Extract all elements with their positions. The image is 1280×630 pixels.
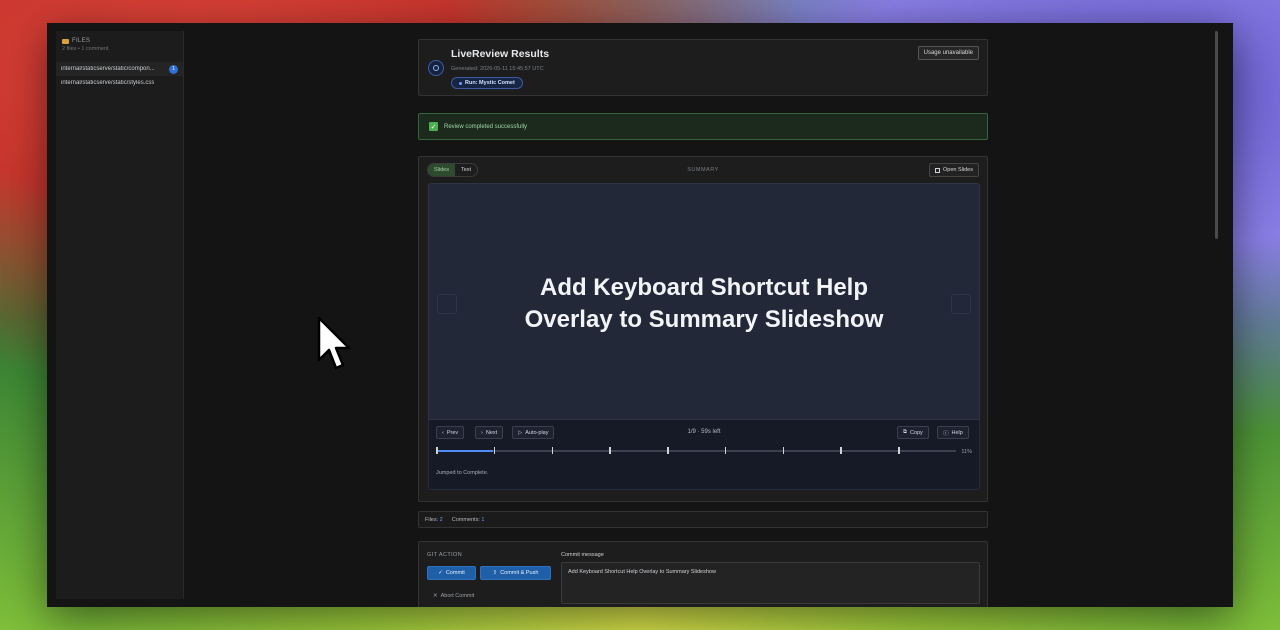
slide-tick[interactable] [667, 447, 669, 454]
copy-label: Copy [909, 429, 923, 436]
files-stat-label: Files: [425, 516, 439, 523]
comments-stat: Comments: 1 [452, 517, 485, 523]
usage-button[interactable]: Usage unavailable [917, 46, 979, 60]
slide-status: Jumped to Complete. [436, 470, 489, 476]
slide-tick[interactable] [782, 447, 784, 454]
results-header: LiveReview Results Generated: 2026-05-11… [418, 39, 988, 96]
open-window-icon [935, 167, 941, 173]
files-stat: Files: 2 [425, 517, 443, 523]
commit-message-input[interactable]: Add Keyboard Shortcut Help Overlay to Su… [561, 562, 980, 604]
open-slides-label: Open Slides [943, 167, 973, 173]
stats-bar: Files: 2 Comments: 1 [418, 511, 988, 528]
check-icon: ✓ [438, 570, 443, 576]
files-sidebar: FILES 2 files • 1 comment internal/stati… [56, 31, 184, 599]
comments-stat-value: 1 [481, 516, 485, 523]
slide-tick[interactable] [493, 447, 496, 454]
summary-heading: SUMMARY [687, 167, 719, 173]
sparkle-icon [459, 81, 462, 85]
success-banner: ✓ Review completed successfully [418, 113, 988, 140]
summary-panel: Slides Text SUMMARY Open Slides Add Keyb… [418, 156, 988, 502]
abort-commit-button[interactable]: ✕ Abort Commit [433, 593, 474, 599]
folder-icon [62, 38, 69, 44]
file-item[interactable]: internal/staticserve/static/styles.css [56, 76, 183, 90]
slide-tick[interactable] [898, 447, 900, 454]
files-stat-value: 2 [439, 516, 443, 523]
slide-tick[interactable] [551, 447, 553, 454]
commit-push-label: Commit & Push [500, 570, 539, 576]
slide-progress-bar[interactable] [436, 447, 956, 454]
files-header-label: FILES [72, 38, 91, 44]
slide-tick[interactable] [840, 447, 842, 454]
git-action-panel: GIT ACTION ✓ Commit ⇪ Commit & Push ✕ Ab… [418, 541, 988, 607]
file-name: internal/staticserve/static/compon... [61, 66, 155, 72]
commit-message-label: Commit message [561, 552, 604, 558]
slide-title-line: Add Keyboard Shortcut Help [539, 274, 869, 301]
app-window: FILES 2 files • 1 comment internal/stati… [47, 23, 1233, 607]
slide-tick[interactable] [436, 447, 438, 454]
abort-label: Abort Commit [440, 593, 475, 599]
commit-button[interactable]: ✓ Commit [427, 566, 476, 580]
files-summary: 2 files • 1 comment [62, 46, 109, 52]
scrollbar[interactable] [1215, 31, 1218, 239]
git-action-heading: GIT ACTION [427, 552, 463, 558]
commit-label: Commit [445, 570, 465, 576]
main-content: LiveReview Results Generated: 2026-05-11… [184, 23, 1224, 607]
progress-percent: 11% [961, 449, 972, 455]
run-badge: Run: Mystic Comet [451, 77, 523, 89]
help-button[interactable]: ⓘ Help [937, 426, 969, 439]
slide-controls: ‹ Prev › Next ▷ Auto-play 1/9 · 59s left… [428, 420, 980, 490]
generated-timestamp: Generated: 2026-05-11 15:45:57 UTC [451, 66, 544, 72]
files-header: FILES [56, 31, 183, 44]
slide-viewport: Add Keyboard Shortcut Help Overlay to Su… [428, 183, 980, 420]
livereview-logo-icon [428, 60, 444, 76]
slide-title: Add Keyboard Shortcut Help Overlay to Su… [429, 272, 979, 336]
page-title: LiveReview Results [451, 48, 550, 60]
help-icon: ⓘ [943, 430, 949, 437]
commit-push-button[interactable]: ⇪ Commit & Push [480, 566, 551, 580]
upload-icon: ⇪ [492, 570, 498, 576]
copy-icon: ⧉ [903, 429, 907, 435]
comment-count-badge: 1 [169, 64, 178, 74]
run-label: Run: Mystic Comet [465, 80, 515, 86]
checkmark-icon: ✓ [429, 122, 438, 131]
file-item[interactable]: internal/staticserve/static/compon... 1 [56, 62, 183, 76]
slide-tick[interactable] [609, 447, 611, 454]
file-name: internal/staticserve/static/styles.css [61, 80, 155, 86]
copy-button[interactable]: ⧉ Copy [897, 426, 929, 439]
close-icon: ✕ [433, 593, 438, 599]
help-label: Help [951, 429, 963, 436]
success-message: Review completed successfully [444, 123, 528, 130]
slide-tick[interactable] [724, 447, 727, 454]
mouse-pointer-icon [317, 316, 351, 370]
open-slides-button[interactable]: Open Slides [929, 163, 979, 177]
slide-next-arrow[interactable] [951, 294, 971, 314]
comments-stat-label: Comments: [451, 516, 480, 523]
slide-title-line: Overlay to Summary Slideshow [524, 306, 884, 333]
slide-progress-fill [436, 450, 494, 452]
